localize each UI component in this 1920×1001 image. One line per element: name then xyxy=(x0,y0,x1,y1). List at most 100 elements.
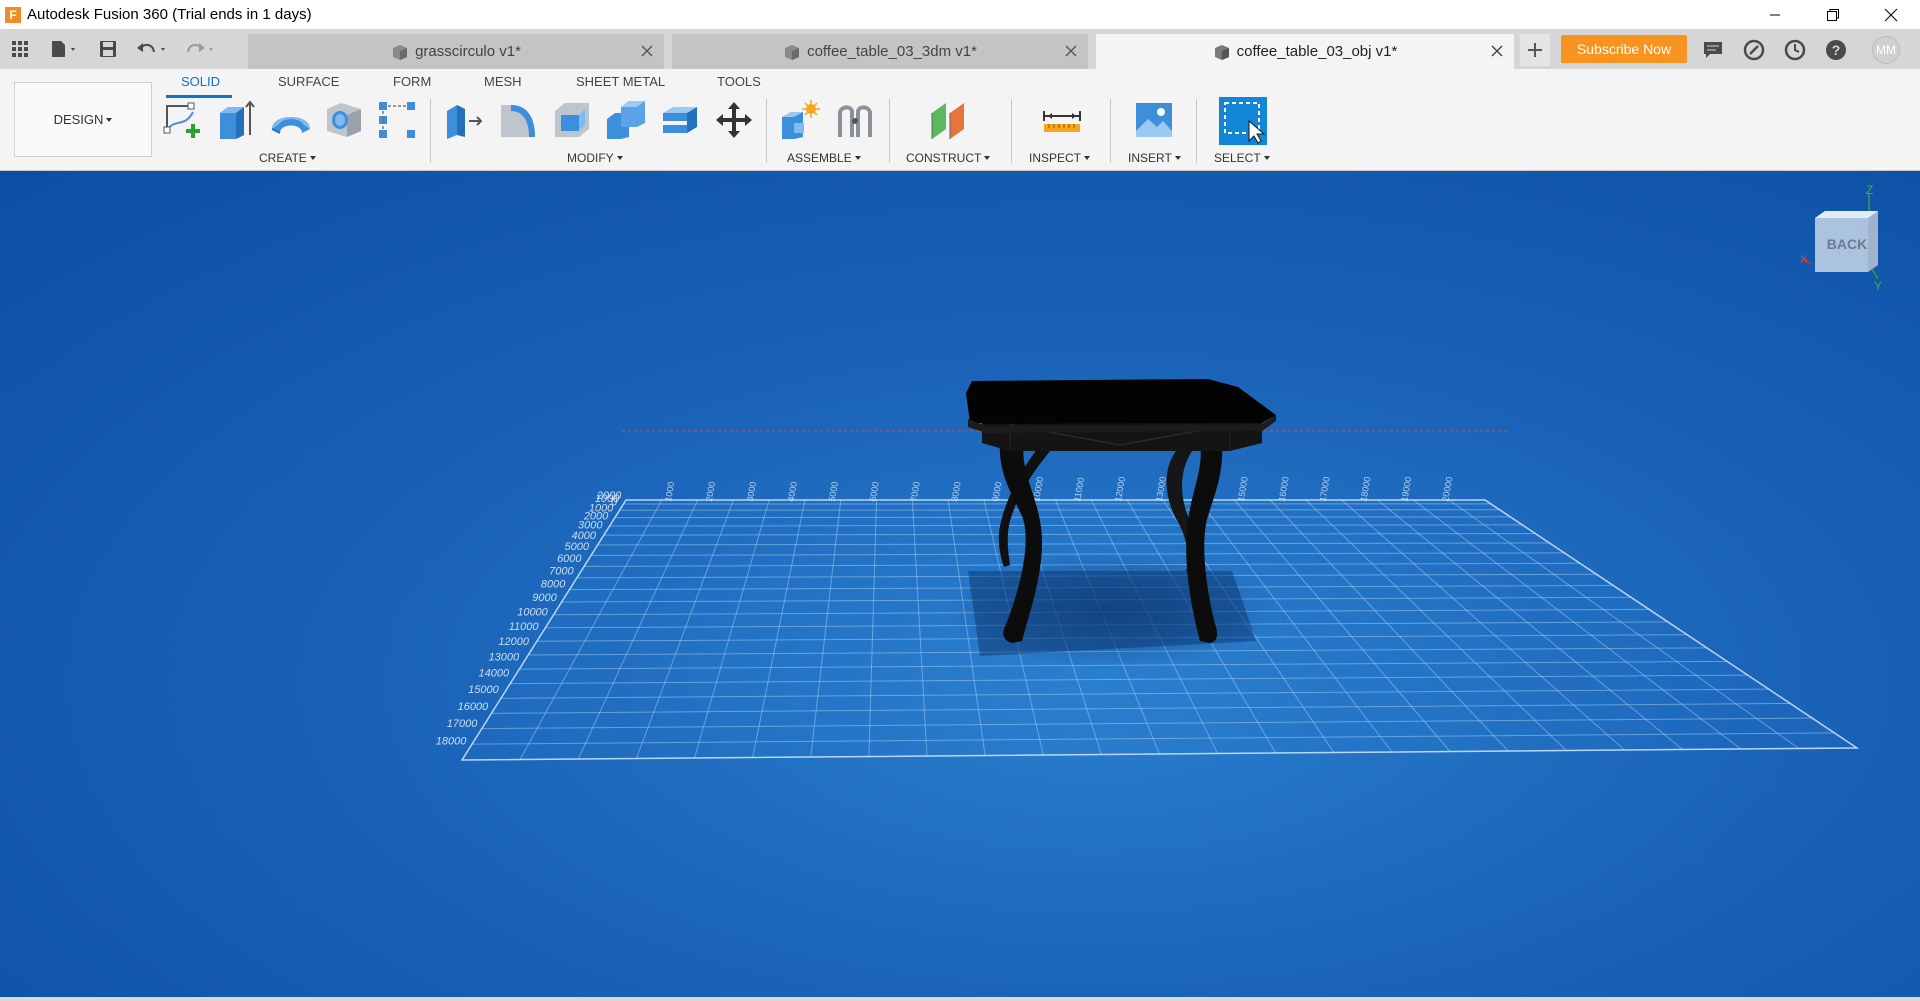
group-label: CREATE xyxy=(259,151,307,165)
hole-button[interactable] xyxy=(323,99,365,141)
axis-label-x: X xyxy=(1800,254,1808,266)
press-pull-icon xyxy=(447,105,483,139)
y-axis-indicator xyxy=(1871,268,1879,280)
close-window-button[interactable] xyxy=(1862,0,1920,29)
joint-icon xyxy=(838,105,872,137)
tab-coffee-table-obj[interactable]: coffee_table_03_obj v1* xyxy=(1096,34,1514,69)
canvas-viewport[interactable]: 2000 1000 0 1000 2000 3000 4000 5000 6000 7000 800… xyxy=(0,171,1920,997)
select-button[interactable] xyxy=(1219,97,1267,145)
close-icon xyxy=(641,45,653,57)
tab-solid[interactable]: SOLID xyxy=(181,74,220,89)
tab-tools[interactable]: TOOLS xyxy=(717,74,761,89)
grid-left-label: 11000 xyxy=(509,621,540,633)
grid-top-label: 4000 xyxy=(786,481,799,502)
close-tab-button[interactable] xyxy=(1062,42,1080,60)
document-tab-bar: grasscirculo v1* coffee_table_03_3dm v1*… xyxy=(0,29,1920,69)
history-button[interactable] xyxy=(1782,37,1808,63)
create-menu[interactable]: CREATE xyxy=(259,151,316,165)
press-pull-button[interactable] xyxy=(443,99,485,141)
tab-surface[interactable]: SURFACE xyxy=(278,74,339,89)
modify-menu[interactable]: MODIFY xyxy=(567,151,623,165)
axis-label-z: Z xyxy=(1866,183,1873,197)
tab-sheet-metal[interactable]: SHEET METAL xyxy=(576,74,665,89)
undo-button[interactable] xyxy=(128,29,176,69)
job-status-icon xyxy=(1743,39,1765,61)
job-status-button[interactable] xyxy=(1741,37,1767,63)
extrude-button[interactable] xyxy=(214,99,256,141)
measure-icon xyxy=(1043,111,1081,132)
title-bar: F Autodesk Fusion 360 (Trial ends in 1 d… xyxy=(0,0,1920,29)
data-panel-button[interactable] xyxy=(0,29,40,69)
pattern-button[interactable] xyxy=(376,99,418,141)
tab-grasscirculo[interactable]: grasscirculo v1* xyxy=(248,34,664,69)
offset-plane-button[interactable] xyxy=(928,99,970,141)
grid-top-label: 13000 xyxy=(1154,476,1168,502)
chat-icon xyxy=(1704,42,1722,58)
new-component-button[interactable] xyxy=(779,99,821,141)
create-sketch-button[interactable] xyxy=(162,99,204,141)
inspect-menu[interactable]: INSPECT xyxy=(1029,151,1091,165)
group-label: SELECT xyxy=(1214,151,1261,165)
component-icon xyxy=(1214,44,1229,60)
tab-mesh[interactable]: MESH xyxy=(484,74,522,89)
insert-menu[interactable]: INSERT xyxy=(1128,151,1181,165)
view-cube-face-label: BACK xyxy=(1827,236,1867,252)
file-menu-button[interactable] xyxy=(40,29,88,69)
measure-button[interactable] xyxy=(1041,99,1083,141)
offset-plane-icon xyxy=(931,103,964,139)
tab-coffee-table-3dm[interactable]: coffee_table_03_3dm v1* xyxy=(672,34,1088,69)
move-icon xyxy=(716,102,752,138)
chevron-down-icon xyxy=(854,156,861,160)
group-label: INSERT xyxy=(1128,151,1172,165)
grid-top-label: 11000 xyxy=(1072,477,1086,503)
active-tab-indicator xyxy=(166,95,232,98)
move-copy-button[interactable] xyxy=(713,99,755,141)
subscribe-now-button[interactable]: Subscribe Now xyxy=(1561,35,1687,63)
group-label: INSPECT xyxy=(1029,151,1082,165)
redo-button[interactable] xyxy=(176,29,224,69)
tab-label: grasscirculo v1* xyxy=(415,43,521,60)
select-icon xyxy=(1219,97,1267,145)
view-cube[interactable]: BACK Z X Y xyxy=(1800,183,1882,293)
close-tab-button[interactable] xyxy=(1488,42,1506,60)
grid-top-label: 15000 xyxy=(1236,476,1250,502)
grid-top-label: 19000 xyxy=(1399,476,1413,502)
user-avatar[interactable]: MM xyxy=(1872,36,1900,64)
assemble-menu[interactable]: ASSEMBLE xyxy=(787,151,861,165)
revolve-button[interactable] xyxy=(269,99,311,141)
close-icon xyxy=(1491,45,1503,57)
save-button[interactable] xyxy=(88,29,128,69)
shell-button[interactable] xyxy=(551,99,593,141)
workspace-switcher[interactable]: DESIGN xyxy=(14,82,152,157)
grid-top-label: 5000 xyxy=(827,481,840,502)
insert-image-button[interactable] xyxy=(1133,99,1175,141)
status-strip xyxy=(0,997,1920,1001)
grid-top-label: 18000 xyxy=(1358,476,1372,502)
chevron-down-icon xyxy=(1084,156,1091,160)
grid-left-label: 16000 xyxy=(458,701,489,713)
restore-button[interactable] xyxy=(1804,0,1862,29)
notifications-button[interactable] xyxy=(1700,37,1726,63)
revolve-icon xyxy=(271,117,310,134)
clock-icon xyxy=(1784,39,1806,61)
grid-left-label: 6000 xyxy=(557,553,582,565)
close-tab-button[interactable] xyxy=(638,42,656,60)
offset-face-button[interactable] xyxy=(659,99,701,141)
tab-form[interactable]: FORM xyxy=(393,74,431,89)
grid-top-label: 9000 xyxy=(990,481,1003,502)
fillet-button[interactable] xyxy=(497,99,539,141)
select-menu[interactable]: SELECT xyxy=(1214,151,1270,165)
joint-button[interactable] xyxy=(834,99,876,141)
construct-menu[interactable]: CONSTRUCT xyxy=(906,151,991,165)
help-icon: ? xyxy=(1826,40,1846,60)
component-icon xyxy=(393,44,408,60)
close-icon xyxy=(1884,8,1898,21)
grid-left-label: 10000 xyxy=(517,606,548,618)
new-tab-button[interactable] xyxy=(1520,34,1550,66)
combine-button[interactable] xyxy=(605,99,647,141)
minimize-button[interactable] xyxy=(1746,0,1804,29)
grid-left-label: 7000 xyxy=(549,565,574,577)
sketch-icon xyxy=(163,102,200,138)
help-button[interactable]: ? xyxy=(1823,37,1849,63)
group-label: CONSTRUCT xyxy=(906,151,982,165)
